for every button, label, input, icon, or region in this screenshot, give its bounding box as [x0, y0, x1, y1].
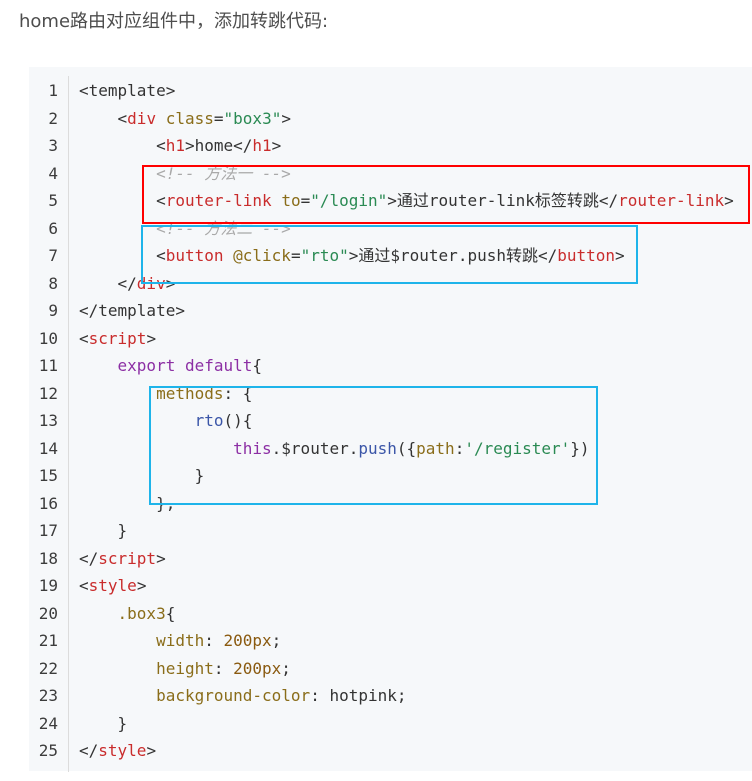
code-token: </template> — [79, 301, 185, 320]
code-line: export default{ — [79, 352, 734, 380]
code-token: < — [79, 136, 166, 155]
code-token: { — [252, 356, 263, 375]
line-number: 4 — [48, 163, 58, 183]
code-token: script — [88, 328, 147, 348]
code-token: height — [156, 658, 214, 678]
intro-text: home路由对应组件中，添加转跳代码: — [19, 11, 329, 32]
code-line: </style> — [79, 737, 734, 765]
highlight-box-methods — [149, 386, 598, 505]
code-line: <div class="box3"> — [79, 105, 734, 133]
code-token: > — [271, 136, 282, 155]
code-token: > — [136, 576, 147, 595]
code-token: default — [184, 356, 253, 375]
line-number: 7 — [48, 246, 58, 265]
code-token: } — [79, 521, 128, 540]
code-line: } — [79, 517, 734, 545]
code-line: </template> — [79, 297, 734, 325]
code-line: .box3{ — [79, 600, 734, 628]
code-token: style — [98, 741, 147, 760]
code-token: background-color — [156, 686, 311, 705]
line-number: 15 — [38, 466, 58, 485]
code-token: export — [117, 356, 176, 375]
code-token: : — [213, 658, 234, 678]
code-token: : hotpink; — [310, 686, 407, 705]
code-block: 1 2 3 4 5 6 7 8 9 10 11 12 13 14 15 16 17 18 19 20 21 22 23 24 2… — [29, 67, 752, 772]
code-line: } — [79, 710, 734, 738]
code-token: : — [204, 631, 224, 650]
line-number: 25 — [38, 741, 58, 760]
code-token: <template> — [79, 81, 176, 100]
code-token: 200px — [223, 631, 272, 650]
code-line: <style> — [79, 572, 734, 600]
code-token: script — [98, 548, 157, 568]
code-token: </ — [79, 548, 99, 568]
code-line: width: 200px; — [79, 627, 734, 655]
code-line: <template> — [79, 77, 734, 105]
code-token: { — [165, 603, 176, 623]
line-number-gutter: 1 2 3 4 5 6 7 8 9 10 11 12 13 14 15 16 17 18 19 20 21 22 23 24 2… — [29, 77, 68, 765]
line-number: 22 — [38, 658, 58, 678]
code-token: < — [79, 328, 89, 348]
code-token: > — [146, 328, 157, 348]
code-token: h1 — [252, 136, 272, 155]
code-line: height: 200px; — [79, 655, 734, 683]
code-line: background-color: hotpink; — [79, 682, 734, 710]
code-token: .box3 — [117, 603, 166, 623]
code-token: h1 — [165, 136, 185, 155]
code-token: > — [156, 548, 166, 568]
code-token: 200px — [233, 658, 282, 678]
line-number: 14 — [38, 438, 58, 458]
line-number: 10 — [38, 328, 58, 348]
code-token: </ — [79, 741, 99, 760]
line-number: 13 — [38, 411, 58, 430]
highlight-box-method-one — [142, 165, 750, 224]
code-token: < — [79, 108, 128, 128]
highlight-box-method-two — [141, 225, 638, 284]
code-token: } — [79, 713, 128, 733]
line-number: 1 — [48, 81, 58, 100]
code-token: "box3" — [223, 108, 282, 128]
line-number: 5 — [48, 191, 58, 210]
line-number: 17 — [38, 521, 58, 540]
line-number: 9 — [48, 301, 58, 320]
gutter-divider — [68, 76, 69, 772]
line-number: 8 — [48, 273, 58, 293]
code-line: <script> — [79, 325, 734, 353]
line-number: 21 — [38, 631, 58, 650]
code-token: = — [213, 108, 224, 128]
code-token: >home</ — [184, 136, 253, 155]
code-token: width — [156, 631, 205, 650]
code-token: style — [88, 576, 137, 595]
line-number: 18 — [38, 548, 58, 568]
code-token: </ — [79, 273, 137, 293]
code-token: < — [79, 576, 89, 595]
line-number: 16 — [38, 493, 58, 513]
code-token: > — [281, 108, 291, 128]
line-number: 6 — [48, 218, 58, 238]
code-token: ; — [271, 631, 282, 650]
line-number: 11 — [38, 356, 58, 375]
line-number: 2 — [48, 108, 58, 128]
line-number: 23 — [38, 686, 58, 705]
code-line: </script> — [79, 545, 734, 573]
line-number: 20 — [38, 603, 58, 623]
line-number: 24 — [38, 713, 58, 733]
code-token: div — [127, 108, 157, 128]
line-number: 19 — [38, 576, 58, 595]
line-number: 12 — [38, 383, 58, 403]
code-token: ; — [281, 658, 291, 678]
line-number: 3 — [48, 136, 58, 155]
code-token: class — [165, 108, 214, 128]
code-token: > — [146, 741, 157, 760]
code-line: <h1>home</h1> — [79, 132, 734, 160]
